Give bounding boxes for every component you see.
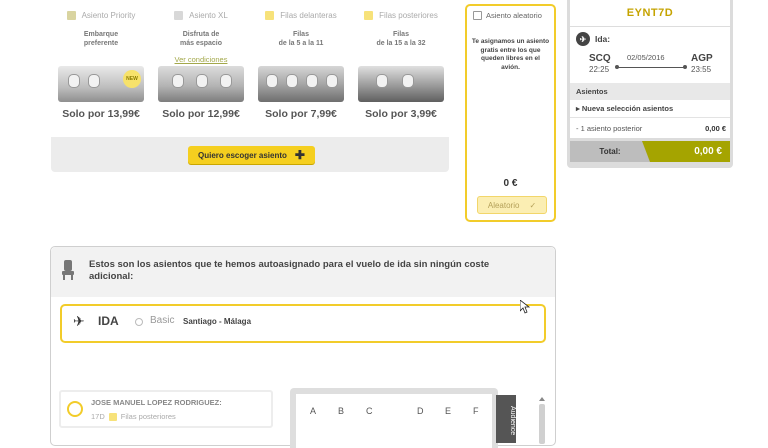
audience-tab[interactable]: Audience <box>496 395 516 443</box>
xl-seat-image <box>158 66 244 102</box>
random-label: Asiento aleatorio <box>486 11 542 20</box>
option-price: Solo por 13,99€ <box>62 108 140 120</box>
option-price: Solo por 7,99€ <box>265 108 337 120</box>
random-price: 0 € <box>503 178 518 189</box>
ver-condiciones-link[interactable]: Ver condiciones <box>151 54 251 66</box>
outbound-label: Ida: <box>595 34 611 44</box>
random-checkbox[interactable] <box>473 11 482 20</box>
option-desc-1: Embarque <box>83 31 119 38</box>
option-label: Asiento XL <box>189 10 228 20</box>
fare-type: Basic <box>150 315 175 326</box>
option-price: Solo por 12,99€ <box>162 108 240 120</box>
choose-seat-label: Quiero escoger asiento <box>198 150 287 160</box>
new-badge: NEW <box>123 70 141 88</box>
seat-line-price: 0,00 € <box>705 124 726 133</box>
column-label: B <box>338 406 345 416</box>
option-desc-1: Filas <box>293 31 309 38</box>
plane-icon: ✈ <box>73 313 85 329</box>
option-back-rows[interactable]: Filas posteriores Filas de la 15 a la 32 … <box>351 0 451 120</box>
auto-assigned-title: Estos son los asientos que te hemos auto… <box>89 259 490 282</box>
column-label: F <box>473 406 479 416</box>
auto-assigned-panel: Estos son los asientos que te hemos auto… <box>50 246 556 448</box>
choose-seat-button[interactable]: Quiero escoger asiento ✚ <box>188 146 315 164</box>
scroll-up-icon[interactable] <box>539 397 545 401</box>
option-link <box>351 54 451 66</box>
total-bar: Total: 0,00 € <box>570 141 730 162</box>
options-footer: Quiero escoger asiento ✚ <box>51 137 449 172</box>
booking-summary: EYNT7D ✈ Ida: SCQ 02/05/2016 AGP 22:25 2… <box>567 0 733 168</box>
origin-code: SCQ <box>589 53 611 64</box>
passenger-card[interactable]: JOSE MANUEL LOPEZ RODRIGUEZ: 17D Filas p… <box>59 390 273 428</box>
random-description: Te asignamos un asiento gratis entre los… <box>471 38 550 71</box>
outbound-flight-card[interactable]: ✈ IDA Basic Santiago - Málaga <box>60 304 546 343</box>
plane-icon: ✈ <box>576 32 590 46</box>
route-line <box>615 65 687 69</box>
route-name: Santiago - Málaga <box>183 317 252 326</box>
checkbox-priority[interactable] <box>66 10 76 20</box>
passenger-seat: 17D Filas posteriores <box>91 412 176 421</box>
passenger-radio-icon <box>67 401 83 417</box>
passenger-name: JOSE MANUEL LOPEZ RODRIGUEZ: <box>91 398 222 407</box>
seat-number: 17D <box>91 412 105 421</box>
auto-assigned-header: Estos son los asientos que te hemos auto… <box>51 247 555 297</box>
scroll-thumb[interactable] <box>539 404 545 444</box>
random-button-label: Aleatorio <box>487 200 520 210</box>
option-link <box>51 54 151 66</box>
seat-map: A B C D E F Audience <box>290 388 516 448</box>
scrollbar[interactable] <box>538 397 546 447</box>
option-label: Filas posteriores <box>379 10 438 20</box>
seat-line-item: - 1 asiento posterior 0,00 € <box>576 124 726 133</box>
seat-options-panel: Asiento Priority Embarque preferente NEW … <box>51 0 449 172</box>
check-icon: ✓ <box>529 200 537 210</box>
outbound-label: IDA <box>98 314 119 328</box>
seat-zone-chip <box>108 412 117 421</box>
outbound-header: ✈ Ida: <box>576 32 610 46</box>
seats-header: Asientos <box>570 83 730 100</box>
option-link <box>251 54 351 66</box>
random-seat-card[interactable]: Asiento aleatorio Te asignamos un asient… <box>465 4 556 222</box>
new-selection-label: Nueva selección asientos <box>581 104 674 113</box>
option-desc-2: preferente <box>83 40 119 47</box>
seat-line-label: - 1 asiento posterior <box>576 124 643 133</box>
option-desc-2: de la 15 a la 32 <box>376 40 426 47</box>
option-front-rows[interactable]: Filas delanteras Filas de la 5 a la 11 So… <box>251 0 351 120</box>
option-label: Filas delanteras <box>280 10 337 20</box>
booking-code: EYNT7D <box>570 0 730 27</box>
option-desc-1: Disfruta de <box>182 31 220 38</box>
flight-route: SCQ 02/05/2016 AGP 22:25 23:55 <box>570 52 730 78</box>
total-value: 0,00 € <box>642 141 730 162</box>
arrival-time: 23:55 <box>691 65 712 74</box>
column-label: D <box>417 406 424 416</box>
option-priority[interactable]: Asiento Priority Embarque preferente NEW … <box>51 0 151 120</box>
seat-icon <box>62 260 74 280</box>
column-label: A <box>310 406 317 416</box>
flight-date: 02/05/2016 <box>627 53 665 62</box>
option-xl[interactable]: Asiento XL Disfruta de más espacio Ver co… <box>151 0 251 120</box>
option-price: Solo por 3,99€ <box>365 108 437 120</box>
checkbox-xl[interactable] <box>174 10 184 20</box>
option-desc-1: Filas <box>393 31 409 38</box>
checkbox-back-rows[interactable] <box>364 10 374 20</box>
random-button[interactable]: Aleatorio ✓ <box>477 196 547 214</box>
departure-time: 22:25 <box>589 65 610 74</box>
seat-zone: Filas posteriores <box>120 412 176 421</box>
column-label: E <box>445 406 452 416</box>
plus-icon: ✚ <box>294 148 305 162</box>
mouse-cursor-icon <box>520 300 530 314</box>
column-label: C <box>366 406 373 416</box>
option-desc-2: de la 5 a la 11 <box>278 40 324 47</box>
priority-image: NEW <box>58 66 144 102</box>
front-rows-image <box>258 66 344 102</box>
destination-code: AGP <box>691 53 713 64</box>
option-label: Asiento Priority <box>81 10 136 20</box>
total-label: Total: <box>570 141 650 162</box>
option-desc-2: más espacio <box>179 40 223 47</box>
new-selection-link[interactable]: ▸ Nueva selección asientos <box>576 104 673 113</box>
radio-icon <box>135 318 143 326</box>
back-rows-image <box>358 66 444 102</box>
checkbox-front-rows[interactable] <box>265 10 275 20</box>
